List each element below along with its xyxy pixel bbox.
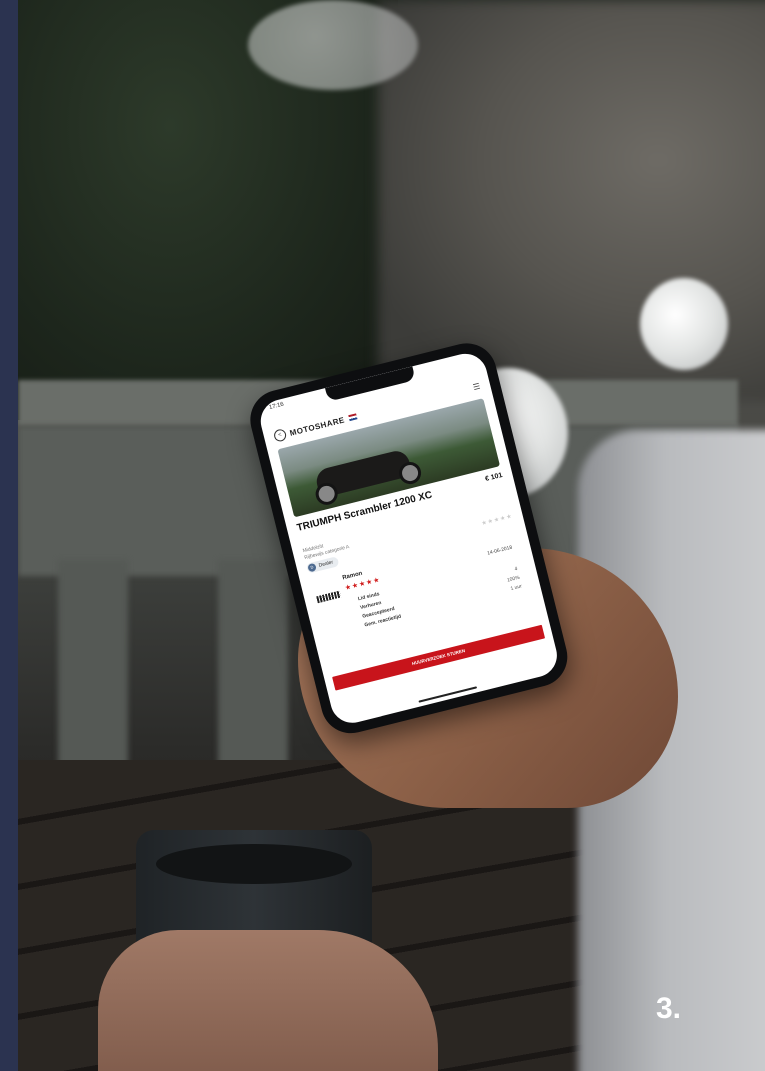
status-time: 17:16: [268, 401, 285, 412]
lamp: [640, 278, 728, 370]
member-since-date: 14-06-2018: [486, 544, 513, 557]
status-icons: [470, 355, 472, 365]
left-accent-bar: [0, 0, 18, 1071]
empty-rating-stars: ★★★★★: [480, 513, 514, 528]
seller-info-table: Lid sinds Verhuren 4 Geaccepteerd 100% G…: [357, 557, 523, 631]
home-indicator[interactable]: [418, 686, 478, 703]
listing-price: € 101: [485, 472, 505, 487]
info-value: [515, 557, 517, 566]
hamburger-menu-icon[interactable]: ☰: [472, 381, 481, 391]
dealer-label: Dealer: [318, 559, 334, 569]
price-value: € 101: [484, 471, 504, 483]
step-number: 3.: [656, 992, 682, 1025]
flag-nl-icon[interactable]: [348, 413, 358, 422]
mug-coffee: [156, 844, 352, 884]
photo-frame: 17:16 < MOTOSHARE ☰ TRIUMPH Scrambler 12…: [0, 0, 765, 1071]
lamp: [248, 0, 418, 90]
dealer-icon: D: [307, 562, 317, 573]
hand-holding-mug: [98, 930, 438, 1071]
seller-logo: [316, 590, 342, 604]
share-icon[interactable]: <: [272, 428, 288, 443]
send-rental-request-button[interactable]: HUURVERZOEK STUREN: [332, 624, 546, 691]
info-value: 1 uur: [510, 583, 523, 593]
